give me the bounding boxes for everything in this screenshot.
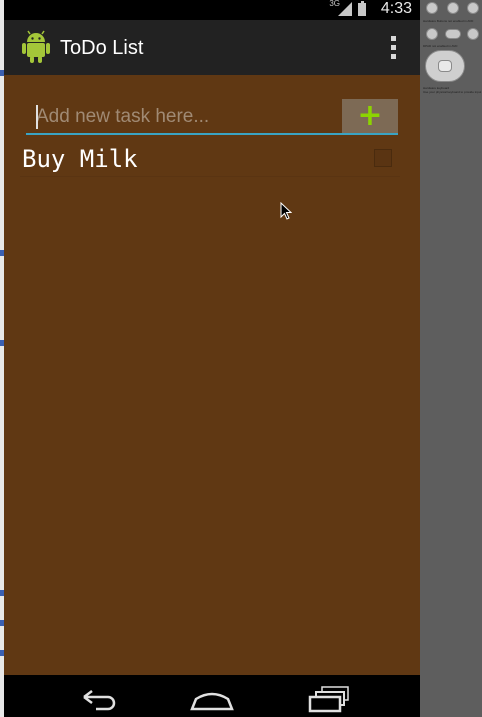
add-task-button[interactable]: +: [342, 99, 398, 133]
status-time: 4:33: [380, 0, 412, 17]
app-title: ToDo List: [60, 37, 144, 59]
navigation-bar: [4, 675, 420, 717]
dpad-center-button[interactable]: [438, 60, 452, 72]
emulator-controls-panel: Hardware Buttons not enabled in AVD DPAD…: [420, 0, 482, 717]
keyboard-hint: Use your physical keyboard to provide in…: [423, 90, 482, 94]
menu-icon[interactable]: [445, 29, 461, 39]
dpad-label: DPAD not enabled in AVD: [423, 44, 458, 48]
hardware-buttons-label: Hardware Buttons not enabled in AVD: [423, 19, 474, 23]
task-screen: + Buy Milk: [4, 75, 420, 675]
back-icon[interactable]: [467, 28, 479, 40]
dpad-control[interactable]: [425, 50, 465, 82]
new-task-input[interactable]: [26, 99, 338, 135]
back-icon[interactable]: [74, 681, 122, 713]
volume-up-icon[interactable]: [447, 2, 459, 14]
volume-down-icon[interactable]: [426, 2, 438, 14]
mouse-pointer-icon: [280, 202, 292, 220]
status-bar: 3G 4:33: [4, 0, 420, 20]
plus-icon: +: [357, 98, 383, 133]
input-underline: [26, 133, 398, 135]
home-icon[interactable]: [426, 28, 438, 40]
recents-icon[interactable]: [304, 681, 352, 713]
signal-icon: [338, 2, 352, 16]
battery-icon: [358, 1, 366, 16]
new-task-row: +: [26, 99, 398, 135]
overflow-menu-icon[interactable]: [386, 34, 402, 62]
power-icon[interactable]: [467, 2, 479, 14]
task-label: Buy Milk: [22, 145, 138, 173]
android-robot-icon: [22, 30, 50, 63]
action-bar: ToDo List: [4, 20, 420, 75]
task-list: Buy Milk: [20, 139, 400, 177]
list-item[interactable]: Buy Milk: [20, 139, 400, 177]
home-icon[interactable]: [188, 681, 236, 713]
android-device-screen: 3G 4:33 ToDo List Add new task here... +…: [4, 0, 420, 717]
text-cursor: [36, 105, 38, 129]
task-checkbox[interactable]: [374, 149, 392, 167]
